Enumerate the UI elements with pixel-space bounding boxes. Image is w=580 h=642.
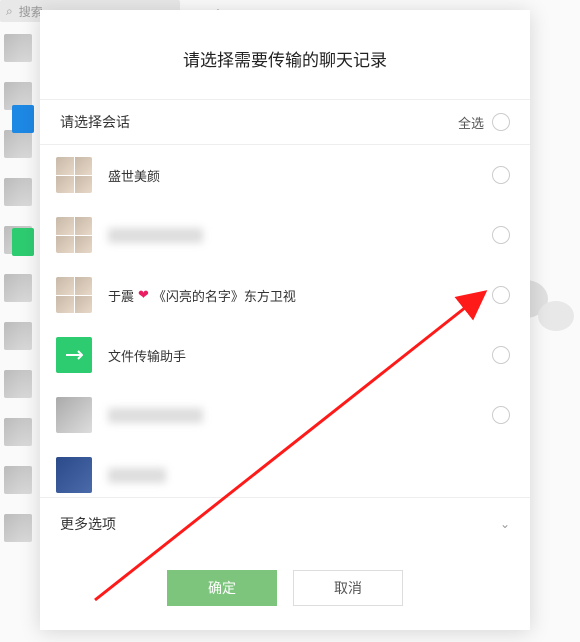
section-header: 请选择会话 全选 <box>40 99 530 144</box>
modal-footer: 确定 取消 <box>40 550 530 630</box>
select-chat-modal: 请选择需要传输的聊天记录 请选择会话 全选 盛世美颜 ██████ 于震 ❤ 《 <box>40 10 530 630</box>
chat-item[interactable]: ██ <box>40 445 530 493</box>
chat-item[interactable]: 文件传输助手 <box>40 325 530 385</box>
sidebar-tab-blue[interactable] <box>12 105 34 133</box>
chat-checkbox[interactable] <box>492 346 510 364</box>
modal-title: 请选择需要传输的聊天记录 <box>40 10 530 99</box>
chat-avatar <box>56 337 92 373</box>
chat-item[interactable]: 盛世美颜 <box>40 145 530 205</box>
chat-checkbox[interactable] <box>492 166 510 184</box>
chat-checkbox[interactable] <box>492 406 510 424</box>
chat-name: ██████ <box>108 408 476 423</box>
sidebar-tab-green[interactable] <box>12 228 34 256</box>
chat-name: 文件传输助手 <box>108 346 476 365</box>
chat-list: 盛世美颜 ██████ 于震 ❤ 《闪亮的名字》东方卫视 文件传输助手 <box>40 144 530 497</box>
chat-avatar <box>56 457 92 493</box>
chat-avatar <box>56 217 92 253</box>
more-options-toggle[interactable]: 更多选项 ⌄ <box>40 497 530 550</box>
chat-avatar <box>56 277 92 313</box>
file-transfer-icon <box>65 348 83 362</box>
select-all-control[interactable]: 全选 <box>458 113 510 132</box>
chat-name: 盛世美颜 <box>108 166 476 185</box>
heart-icon: ❤ <box>138 287 149 303</box>
search-icon: ⌕ <box>6 4 13 19</box>
chat-item[interactable]: ██████ <box>40 205 530 265</box>
confirm-button[interactable]: 确定 <box>167 570 277 606</box>
chat-name: ██████ <box>108 228 476 243</box>
more-options-label: 更多选项 <box>60 514 116 534</box>
chat-item[interactable]: 于震 ❤ 《闪亮的名字》东方卫视 <box>40 265 530 325</box>
cancel-button[interactable]: 取消 <box>293 570 403 606</box>
chat-avatar <box>56 157 92 193</box>
chat-item[interactable]: ██████ <box>40 385 530 445</box>
chevron-down-icon: ⌄ <box>500 517 510 531</box>
select-all-checkbox[interactable] <box>492 113 510 131</box>
chat-name: ██ <box>108 468 510 483</box>
chat-checkbox[interactable] <box>492 286 510 304</box>
chat-checkbox[interactable] <box>492 226 510 244</box>
chat-avatar <box>56 397 92 433</box>
section-label: 请选择会话 <box>60 112 130 132</box>
chat-name: 于震 ❤ 《闪亮的名字》东方卫视 <box>108 286 476 305</box>
select-all-label: 全选 <box>458 113 484 132</box>
